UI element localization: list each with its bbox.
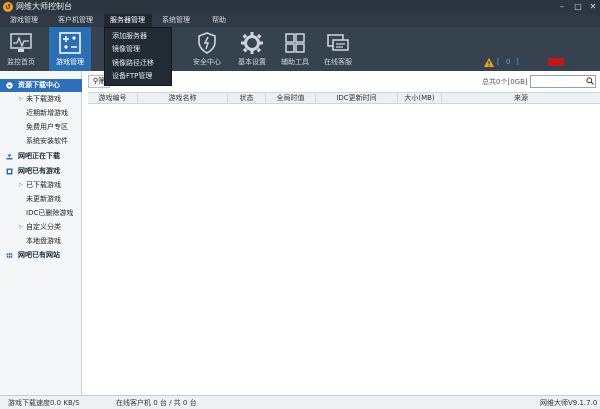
tool-assist-tools[interactable]: 辅助工具 bbox=[274, 27, 316, 71]
sidebar-item-not-updated[interactable]: 未更新游戏 bbox=[0, 193, 82, 206]
download-center-icon bbox=[6, 82, 13, 89]
sidebar: 资源下载中心 ▷ 未下载游戏 近期新增游戏 免费用户专区 系统安装软件 网吧正在… bbox=[0, 71, 82, 395]
sidebar-item-websites[interactable]: 网吧已有网站 bbox=[0, 249, 82, 262]
expand-icon[interactable]: ▷ bbox=[19, 179, 23, 192]
tool-label: 基本设置 bbox=[238, 58, 266, 66]
sidebar-item-download-center[interactable]: 资源下载中心 bbox=[0, 79, 82, 92]
main-content: ⚲筛 总共0个[0GB] 游戏编号 游戏名称 状态 全局时值 IDC更新时间 大… bbox=[83, 71, 600, 395]
sidebar-item-label: 网吧正在下载 bbox=[18, 152, 60, 160]
shield-icon bbox=[198, 32, 216, 54]
sidebar-item-owned-games[interactable]: 网吧已有游戏 bbox=[0, 165, 82, 178]
total-prefix: 总共0个 bbox=[482, 78, 508, 86]
column-header-game-name[interactable]: 游戏名称 bbox=[138, 93, 228, 103]
status-bar: 游戏下载速度 0.0 KB/S 在线客户机 0 台 / 共 0 台 网维大师V9… bbox=[0, 395, 600, 409]
sidebar-item-downloaded[interactable]: ▷ 已下载游戏 bbox=[0, 179, 82, 192]
version-label: 网维大师V9.1.7.0 bbox=[540, 399, 598, 407]
tool-online-service[interactable]: 在线客服 bbox=[317, 27, 359, 71]
table-header: 游戏编号 游戏名称 状态 全局时值 IDC更新时间 大小(MB) 来源 bbox=[88, 92, 600, 104]
close-icon[interactable]: ✕ bbox=[587, 1, 599, 13]
sidebar-item-label: 系统安装软件 bbox=[26, 137, 68, 145]
downloading-icon bbox=[6, 154, 13, 160]
tool-label: 监控首页 bbox=[7, 58, 35, 66]
sidebar-item-label: 本地盘游戏 bbox=[26, 237, 61, 245]
tool-security-center[interactable]: 安全中心 bbox=[186, 27, 228, 71]
main-toolbar: 监控首页 游戏管理 客 安全中心 bbox=[0, 27, 600, 71]
download-speed-label: 游戏下载速度 bbox=[8, 399, 50, 407]
website-icon bbox=[6, 252, 13, 259]
menu-server-management[interactable]: 服务器管理 bbox=[104, 14, 152, 27]
maximize-icon[interactable]: □ bbox=[572, 1, 584, 13]
gear-icon bbox=[241, 32, 263, 54]
column-header-status[interactable]: 状态 bbox=[228, 93, 266, 103]
tool-basic-settings[interactable]: 基本设置 bbox=[231, 27, 273, 71]
tool-label: 安全中心 bbox=[193, 58, 221, 66]
menu-game-management[interactable]: 游戏管理 bbox=[10, 14, 50, 27]
menu-bar: 游戏管理 客户机管理 服务器管理 系统管理 帮助 bbox=[0, 14, 600, 27]
sidebar-item-label: 未更新游戏 bbox=[26, 195, 61, 203]
column-header-idc-update-time[interactable]: IDC更新时间 bbox=[316, 93, 398, 103]
sidebar-item-custom-category[interactable]: ▷ 自定义分类 bbox=[0, 221, 82, 234]
menu-item-image-management[interactable]: 镜像管理 bbox=[112, 44, 140, 54]
sidebar-item-local-disk[interactable]: 本地盘游戏 bbox=[0, 235, 82, 248]
menu-item-image-path-migrate[interactable]: 镜像路径迁移 bbox=[112, 58, 154, 68]
online-clients: 在线客户机 0 台 / 共 0 台 bbox=[116, 399, 197, 407]
sidebar-item-label: 网吧已有网站 bbox=[18, 251, 60, 259]
search-icon[interactable] bbox=[586, 77, 594, 85]
menu-item-device-ftp[interactable]: 设备FTP管理 bbox=[112, 71, 152, 81]
sidebar-item-idc-deleted[interactable]: IDC已删除游戏 bbox=[0, 207, 82, 220]
sidebar-item-system-software[interactable]: 系统安装软件 bbox=[0, 135, 82, 148]
expand-icon[interactable]: ▷ bbox=[19, 221, 23, 234]
alert-count[interactable]: 0 bbox=[506, 57, 510, 67]
sidebar-item-downloading[interactable]: 网吧正在下载 bbox=[0, 150, 82, 163]
sidebar-item-label: 近期新增游戏 bbox=[26, 109, 68, 117]
server-management-dropdown: 添加服务器 镜像管理 镜像路径迁移 设备FTP管理 bbox=[104, 27, 172, 86]
warning-icon[interactable] bbox=[484, 58, 494, 67]
column-header-source[interactable]: 来源 bbox=[442, 93, 600, 103]
total-size: [0GB] bbox=[507, 78, 528, 86]
chat-icon bbox=[327, 34, 349, 51]
tool-label: 在线客服 bbox=[324, 58, 352, 66]
gamepad-icon bbox=[59, 32, 81, 54]
menu-item-add-server[interactable]: 添加服务器 bbox=[112, 31, 147, 41]
menu-system-management[interactable]: 系统管理 bbox=[162, 14, 202, 27]
sidebar-item-recent[interactable]: 近期新增游戏 bbox=[0, 107, 82, 120]
column-header-global-value[interactable]: 全局时值 bbox=[266, 93, 316, 103]
download-speed-value: 0.0 KB/S bbox=[50, 399, 80, 407]
sidebar-item-free-zone[interactable]: 免费用户专区 bbox=[0, 121, 82, 134]
tool-game-management[interactable]: 游戏管理 bbox=[49, 27, 91, 71]
tool-label: 辅助工具 bbox=[281, 58, 309, 66]
grid-icon bbox=[285, 33, 305, 53]
sidebar-item-label: 自定义分类 bbox=[26, 223, 61, 231]
notification-badge[interactable] bbox=[548, 58, 564, 66]
total-count: 总共0个[0GB] bbox=[482, 77, 528, 87]
sidebar-item-label: 资源下载中心 bbox=[18, 81, 60, 89]
tool-monitor[interactable]: 监控首页 bbox=[0, 27, 42, 71]
alert-bracket-close: ] bbox=[516, 58, 519, 66]
minimize-icon[interactable]: – bbox=[556, 1, 568, 13]
tool-server[interactable] bbox=[170, 27, 180, 71]
alert-bracket-open: [ bbox=[497, 58, 500, 66]
sidebar-item-undownloaded[interactable]: ▷ 未下载游戏 bbox=[0, 93, 82, 106]
sidebar-item-label: 网吧已有游戏 bbox=[18, 167, 60, 175]
monitor-icon bbox=[10, 33, 32, 52]
sidebar-item-label: 已下载游戏 bbox=[26, 181, 61, 189]
column-header-size[interactable]: 大小(MB) bbox=[398, 93, 442, 103]
column-header-game-id[interactable]: 游戏编号 bbox=[88, 93, 138, 103]
title-bar: ↺ 网维大师控制台 – □ ✕ bbox=[0, 0, 600, 14]
sidebar-item-label: 未下载游戏 bbox=[26, 95, 61, 103]
sidebar-item-label: IDC已删除游戏 bbox=[26, 209, 74, 217]
sidebar-item-label: 免费用户专区 bbox=[26, 123, 68, 131]
tool-label: 游戏管理 bbox=[56, 58, 84, 66]
owned-games-icon bbox=[6, 168, 13, 175]
expand-icon[interactable]: ▷ bbox=[19, 93, 23, 106]
menu-client-management[interactable]: 客户机管理 bbox=[58, 14, 100, 27]
window-title: 网维大师控制台 bbox=[16, 2, 72, 11]
menu-help[interactable]: 帮助 bbox=[212, 14, 236, 27]
app-logo-icon: ↺ bbox=[3, 2, 13, 12]
